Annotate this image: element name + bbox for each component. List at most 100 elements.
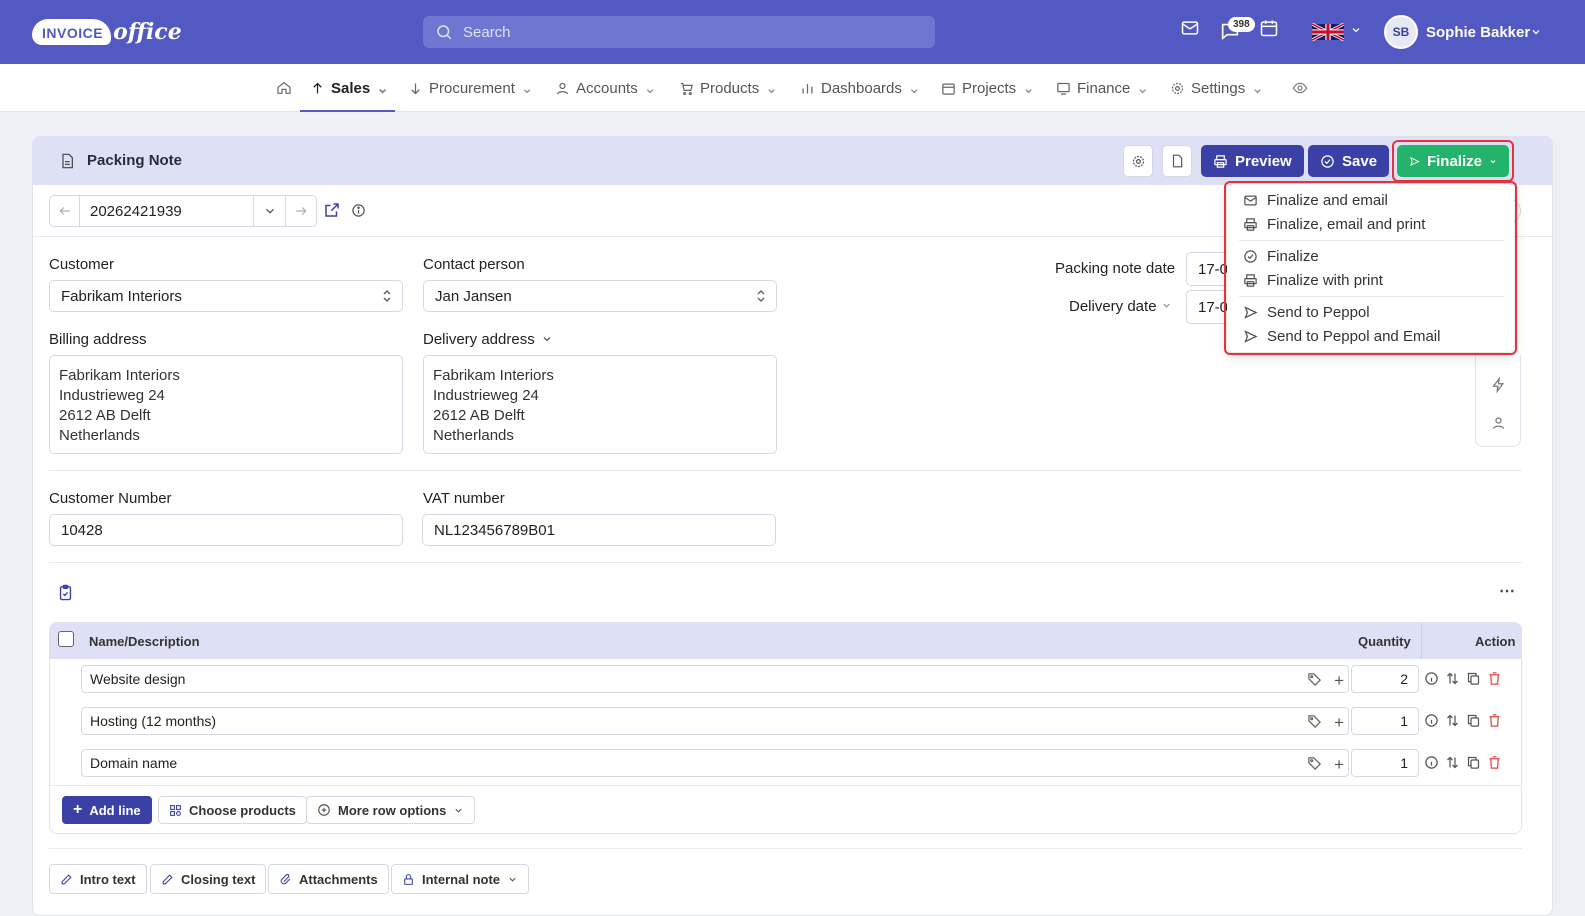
tab-closing-text[interactable]: Closing text <box>150 864 267 894</box>
row-description-input[interactable]: Domain name + <box>81 749 1349 777</box>
tag-icon[interactable] <box>1307 756 1322 771</box>
address-line: Fabrikam Interiors <box>59 367 180 384</box>
copy-icon[interactable] <box>1466 755 1481 770</box>
file-icon <box>1172 154 1183 168</box>
save-button[interactable]: Save <box>1308 145 1390 177</box>
nav-settings[interactable]: Settings ⌄ <box>1170 64 1264 112</box>
nav-finance[interactable]: Finance ⌄ <box>1056 64 1149 112</box>
eye-icon[interactable] <box>1292 64 1308 112</box>
reorder-icon[interactable] <box>1445 755 1460 770</box>
contact-select[interactable]: Jan Jansen <box>423 280 777 312</box>
copy-icon[interactable] <box>1466 671 1481 686</box>
info-icon[interactable] <box>1424 755 1439 770</box>
pencil-icon <box>162 873 173 884</box>
row-description-input[interactable]: Website design + <box>81 665 1349 693</box>
plus-icon[interactable]: + <box>1334 671 1344 691</box>
chevron-down-icon <box>509 877 516 882</box>
chevron-down-icon[interactable] <box>541 333 553 345</box>
table-header: Name/Description Quantity Action <box>50 623 1521 659</box>
more-options-icon[interactable]: ⋯ <box>1499 581 1515 601</box>
reorder-icon[interactable] <box>1445 713 1460 728</box>
billing-address-text[interactable]: Fabrikam Interiors Industrieweg 24 2612 … <box>49 355 403 454</box>
trash-icon[interactable] <box>1487 713 1502 728</box>
tab-attachments[interactable]: Attachments <box>268 864 389 894</box>
contact-label: Contact person <box>423 256 525 273</box>
home-icon[interactable] <box>276 64 292 112</box>
search-input[interactable]: Search <box>423 16 935 48</box>
divider <box>50 785 1521 786</box>
add-line-button[interactable]: + Add line <box>62 796 152 824</box>
pdf-button[interactable] <box>1162 145 1192 177</box>
customer-number-field[interactable]: 10428 <box>49 514 403 546</box>
chevron-down-icon[interactable] <box>1350 24 1362 36</box>
quantity-input[interactable]: 1 <box>1351 749 1419 777</box>
clipboard-icon[interactable] <box>57 583 74 602</box>
trash-icon[interactable] <box>1487 671 1502 686</box>
tab-label: Closing text <box>181 871 256 887</box>
nav-projects[interactable]: Projects ⌄ <box>941 64 1035 112</box>
settings-button[interactable] <box>1123 145 1153 177</box>
chevron-down-icon: ⌄ <box>643 80 657 97</box>
reorder-icon[interactable] <box>1445 671 1460 686</box>
person-icon[interactable] <box>1491 415 1506 431</box>
calendar-icon[interactable] <box>1259 18 1279 38</box>
col-qty-header: Quantity <box>1358 634 1411 649</box>
chevron-down-icon[interactable] <box>254 196 286 226</box>
tag-icon[interactable] <box>1307 672 1322 687</box>
customer-value: Fabrikam Interiors <box>61 287 182 305</box>
next-arrow-icon[interactable] <box>286 196 316 226</box>
bar-chart-icon <box>802 83 813 93</box>
updown-icon <box>382 289 392 303</box>
chevron-down-icon: ⌄ <box>376 80 389 97</box>
tag-icon[interactable] <box>1307 714 1322 729</box>
info-icon[interactable] <box>1424 671 1439 686</box>
tab-internal-note[interactable]: Internal note <box>391 864 530 894</box>
chevron-down-icon: ⌄ <box>765 80 778 97</box>
plus-icon[interactable]: + <box>1334 755 1344 775</box>
lightning-icon[interactable] <box>1491 377 1506 393</box>
document-number-navigator: 20262421939 <box>49 195 317 227</box>
tab-label: Internal note <box>422 871 501 887</box>
app-logo[interactable]: INVOICE office <box>32 14 182 50</box>
nav-accounts[interactable]: Accounts ⌄ <box>555 64 656 112</box>
chevron-down-icon: ⌄ <box>1022 80 1035 97</box>
quantity-input[interactable]: 2 <box>1351 665 1419 693</box>
nav-label: Products <box>700 79 760 97</box>
chevron-down-icon[interactable] <box>1161 300 1172 311</box>
more-row-options-button[interactable]: More row options <box>306 796 476 824</box>
vat-field[interactable]: NL123456789B01 <box>422 514 776 546</box>
prev-arrow-icon[interactable] <box>50 196 80 226</box>
select-all-checkbox[interactable] <box>58 631 74 647</box>
uk-flag-icon[interactable] <box>1312 22 1344 42</box>
info-icon[interactable] <box>1424 713 1439 728</box>
more-row-options-label: More row options <box>338 802 447 818</box>
delivery-address-text[interactable]: Fabrikam Interiors Industrieweg 24 2612 … <box>423 355 777 454</box>
nav-products[interactable]: Products ⌄ <box>679 64 778 112</box>
delivery-date-label[interactable]: Delivery date <box>1069 298 1157 315</box>
choose-products-button[interactable]: Choose products <box>158 796 307 824</box>
preview-button[interactable]: Preview <box>1201 145 1304 177</box>
mail-icon[interactable] <box>1180 18 1200 38</box>
nav-sales[interactable]: Sales ⌄ <box>300 64 395 112</box>
quantity-input[interactable]: 1 <box>1351 707 1419 735</box>
gear-icon <box>1132 155 1144 167</box>
address-line: Industrieweg 24 <box>59 387 165 404</box>
trash-icon[interactable] <box>1487 755 1502 770</box>
row-description-input[interactable]: Hosting (12 months) + <box>81 707 1349 735</box>
customer-select[interactable]: Fabrikam Interiors <box>49 280 403 312</box>
info-icon[interactable] <box>351 203 366 218</box>
external-link-icon[interactable] <box>323 201 341 219</box>
document-number-field[interactable]: 20262421939 <box>80 196 254 226</box>
delivery-address-label[interactable]: Delivery address <box>423 331 535 348</box>
nav-dashboards[interactable]: Dashboards ⌄ <box>800 64 920 112</box>
notification-badge: 398 <box>1228 17 1255 32</box>
page-title: Packing Note <box>87 152 183 169</box>
user-menu-chevron-icon[interactable] <box>1530 26 1542 38</box>
preview-label: Preview <box>1235 152 1292 170</box>
plus-icon[interactable]: + <box>1334 713 1344 733</box>
tab-intro-text[interactable]: Intro text <box>49 864 147 894</box>
nav-procurement[interactable]: Procurement ⌄ <box>408 64 533 112</box>
copy-icon[interactable] <box>1466 713 1481 728</box>
avatar[interactable]: SB <box>1384 15 1418 49</box>
user-name[interactable]: Sophie Bakker <box>1426 24 1530 41</box>
